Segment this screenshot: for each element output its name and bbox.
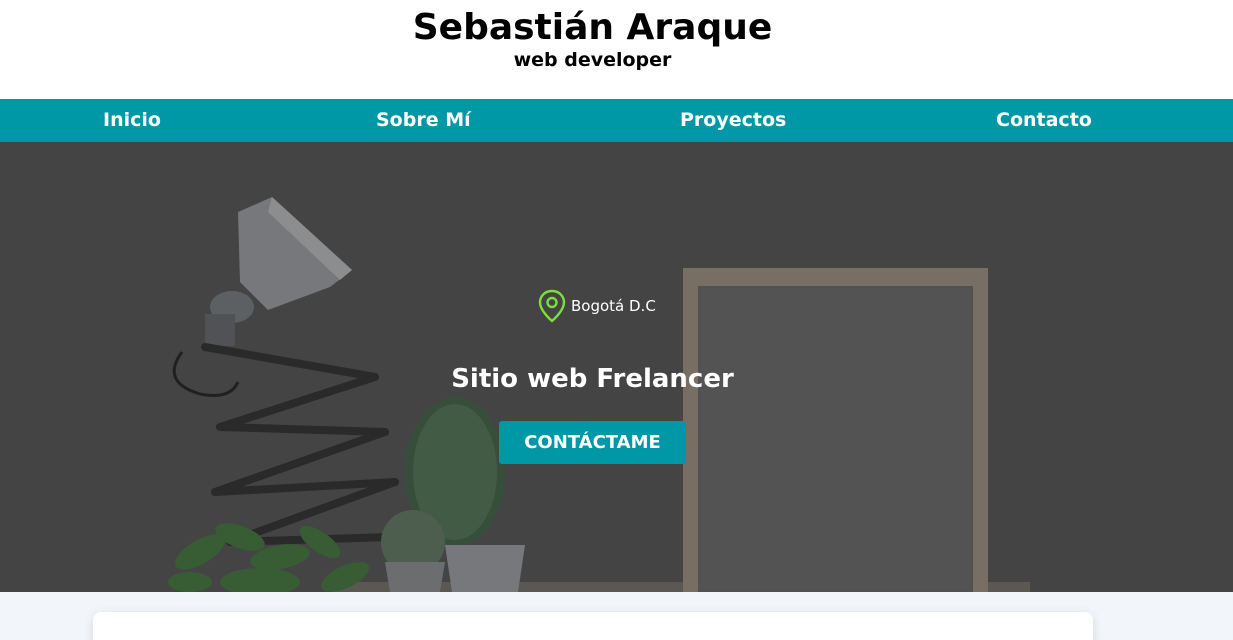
- nav-item-sobre-mi[interactable]: Sobre Mí: [376, 99, 471, 142]
- location: Bogotá D.C: [537, 289, 656, 323]
- nav-item-proyectos[interactable]: Proyectos: [680, 99, 786, 142]
- location-label: Bogotá D.C: [571, 297, 656, 315]
- site-title: Sebastián Araque: [412, 7, 773, 48]
- nav-item-contacto[interactable]: Contacto: [996, 99, 1092, 142]
- hero-title: Sitio web Frelancer: [451, 364, 734, 394]
- content-card: [93, 612, 1093, 640]
- contact-cta-button[interactable]: CONTÁCTAME: [499, 421, 686, 464]
- nav-item-inicio[interactable]: Inicio: [103, 99, 161, 142]
- site-header: Sebastián Araque web developer: [0, 0, 1233, 99]
- map-pin-icon: [538, 289, 566, 323]
- main-nav: Inicio Sobre Mí Proyectos Contacto: [0, 99, 1233, 142]
- site-subtitle: web developer: [513, 49, 672, 71]
- hero-section: Bogotá D.C Sitio web Frelancer CONTÁCTAM…: [0, 142, 1233, 592]
